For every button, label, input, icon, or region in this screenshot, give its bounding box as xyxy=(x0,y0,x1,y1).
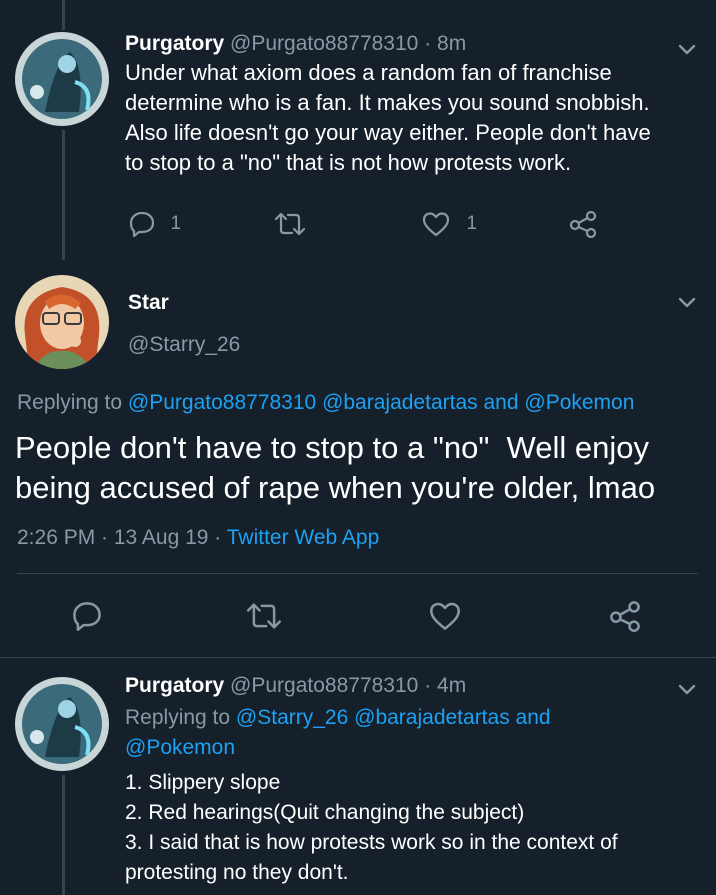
thread-line-tweet3 xyxy=(62,775,65,895)
reply-icon xyxy=(129,211,155,238)
mention-link[interactable]: @Pokemon xyxy=(524,391,634,414)
like-count: 1 xyxy=(466,213,478,234)
tweet-text-line: 2. Red hearings(Quit changing the subjec… xyxy=(125,801,525,824)
share-button[interactable] xyxy=(568,210,598,243)
author-handle[interactable]: @Purgato88778310 xyxy=(230,674,418,697)
reply-button[interactable]: 1 xyxy=(128,210,181,238)
mention-link[interactable]: @barajadetartas xyxy=(322,391,478,414)
share-icon xyxy=(569,210,597,239)
replying-to: Replying to @Purgato88778310 @barajadeta… xyxy=(17,391,634,415)
divider xyxy=(0,657,716,658)
replying-to-label: Replying to xyxy=(125,706,231,729)
author-name[interactable]: Star xyxy=(128,291,169,315)
mention-link[interactable]: @barajadetartas xyxy=(354,706,510,729)
tweet-text: 1. Slippery slope 2. Red hearings(Quit c… xyxy=(125,768,618,888)
tweet-text-line: being accused of rape when you're older,… xyxy=(15,470,656,505)
tweet-timestamp[interactable]: 2:26 PM · 13 Aug 19 · xyxy=(17,526,227,549)
thread-line-tweet1 xyxy=(62,130,65,260)
replying-to: Replying to @Starry_26 @barajadetartas a… xyxy=(125,706,551,730)
replying-to-label: Replying to xyxy=(17,391,123,414)
author-name[interactable]: Purgatory xyxy=(125,32,224,55)
tweet-text-line: 1. Slippery slope xyxy=(125,771,281,794)
chevron-down-icon[interactable] xyxy=(676,38,698,60)
author-name[interactable]: Purgatory xyxy=(125,674,224,697)
chevron-down-icon[interactable] xyxy=(676,291,698,313)
thread-line-top xyxy=(62,0,65,30)
mention-and[interactable]: and xyxy=(483,391,518,414)
tweet-text-line: Also life doesn't go your way either. Pe… xyxy=(125,120,651,145)
tweet-text-line: determine who is a fan. It makes you sou… xyxy=(125,90,650,115)
avatar[interactable] xyxy=(15,677,109,771)
avatar[interactable] xyxy=(15,275,109,369)
heart-icon xyxy=(422,212,450,237)
mention-and[interactable]: and xyxy=(516,706,551,729)
heart-icon[interactable] xyxy=(428,600,462,632)
tweet-time[interactable]: · 4m xyxy=(424,674,466,697)
chevron-down-icon[interactable] xyxy=(676,678,698,700)
tweet-time[interactable]: · 8m xyxy=(424,32,466,55)
mention-link[interactable]: @Starry_26 xyxy=(236,706,348,729)
share-icon[interactable] xyxy=(608,600,642,632)
tweet-source[interactable]: Twitter Web App xyxy=(227,526,380,549)
author-handle[interactable]: @Starry_26 xyxy=(128,333,240,357)
retweet-button[interactable] xyxy=(274,210,306,243)
tweet-text-line: People don't have to stop to a "no" Well… xyxy=(15,430,649,465)
tweet-text: Under what axiom does a random fan of fr… xyxy=(125,58,651,178)
author-handle[interactable]: @Purgato88778310 xyxy=(230,32,418,55)
tweet-text-line: Under what axiom does a random fan of fr… xyxy=(125,60,612,85)
tweet-text-line: protesting no they don't. xyxy=(125,861,349,884)
tweet-text-line: to stop to a "no" that is not how protes… xyxy=(125,150,572,175)
like-button[interactable]: 1 xyxy=(422,210,477,238)
mention-link[interactable]: @Purgato88778310 xyxy=(128,391,316,414)
divider xyxy=(17,573,698,574)
tweet-text-line: 3. I said that is how protests work so i… xyxy=(125,831,618,854)
tweet-text: People don't have to stop to a "no" Well… xyxy=(15,428,655,508)
mention-link[interactable]: @Pokemon xyxy=(125,736,235,760)
retweet-icon[interactable] xyxy=(246,600,282,632)
reply-count: 1 xyxy=(170,213,182,234)
avatar[interactable] xyxy=(15,32,109,126)
reply-icon[interactable] xyxy=(71,600,103,632)
retweet-icon xyxy=(274,212,306,236)
